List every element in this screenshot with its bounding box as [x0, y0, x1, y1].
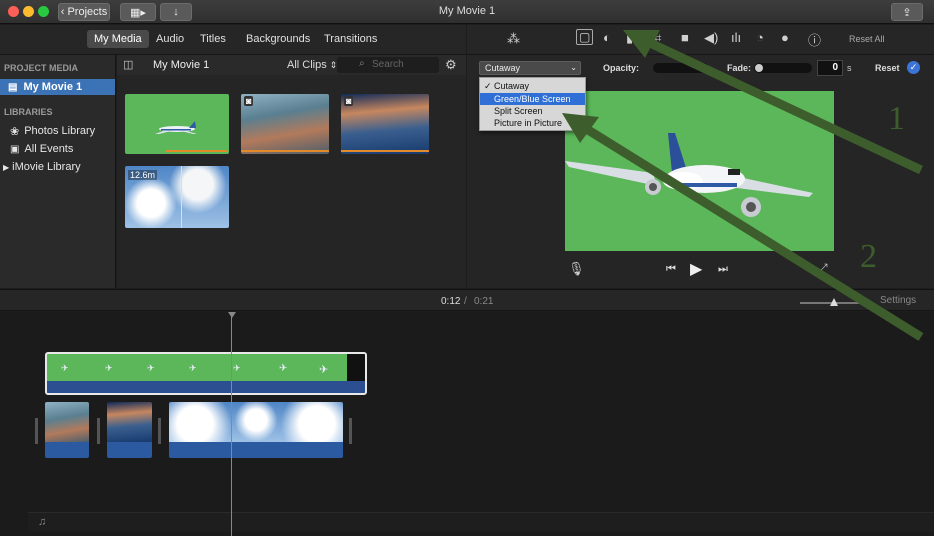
annotation-label-2: 2	[860, 238, 877, 275]
annotation-arrow-2	[582, 124, 924, 341]
annotation-arrow-1	[646, 37, 923, 175]
imovie-window: ‹ Projects ▦▸ ↓ My Movie 1 ⇪ My Media Au…	[0, 0, 934, 536]
annotation-arrows	[562, 30, 924, 341]
annotation-label-1: 1	[888, 100, 905, 137]
